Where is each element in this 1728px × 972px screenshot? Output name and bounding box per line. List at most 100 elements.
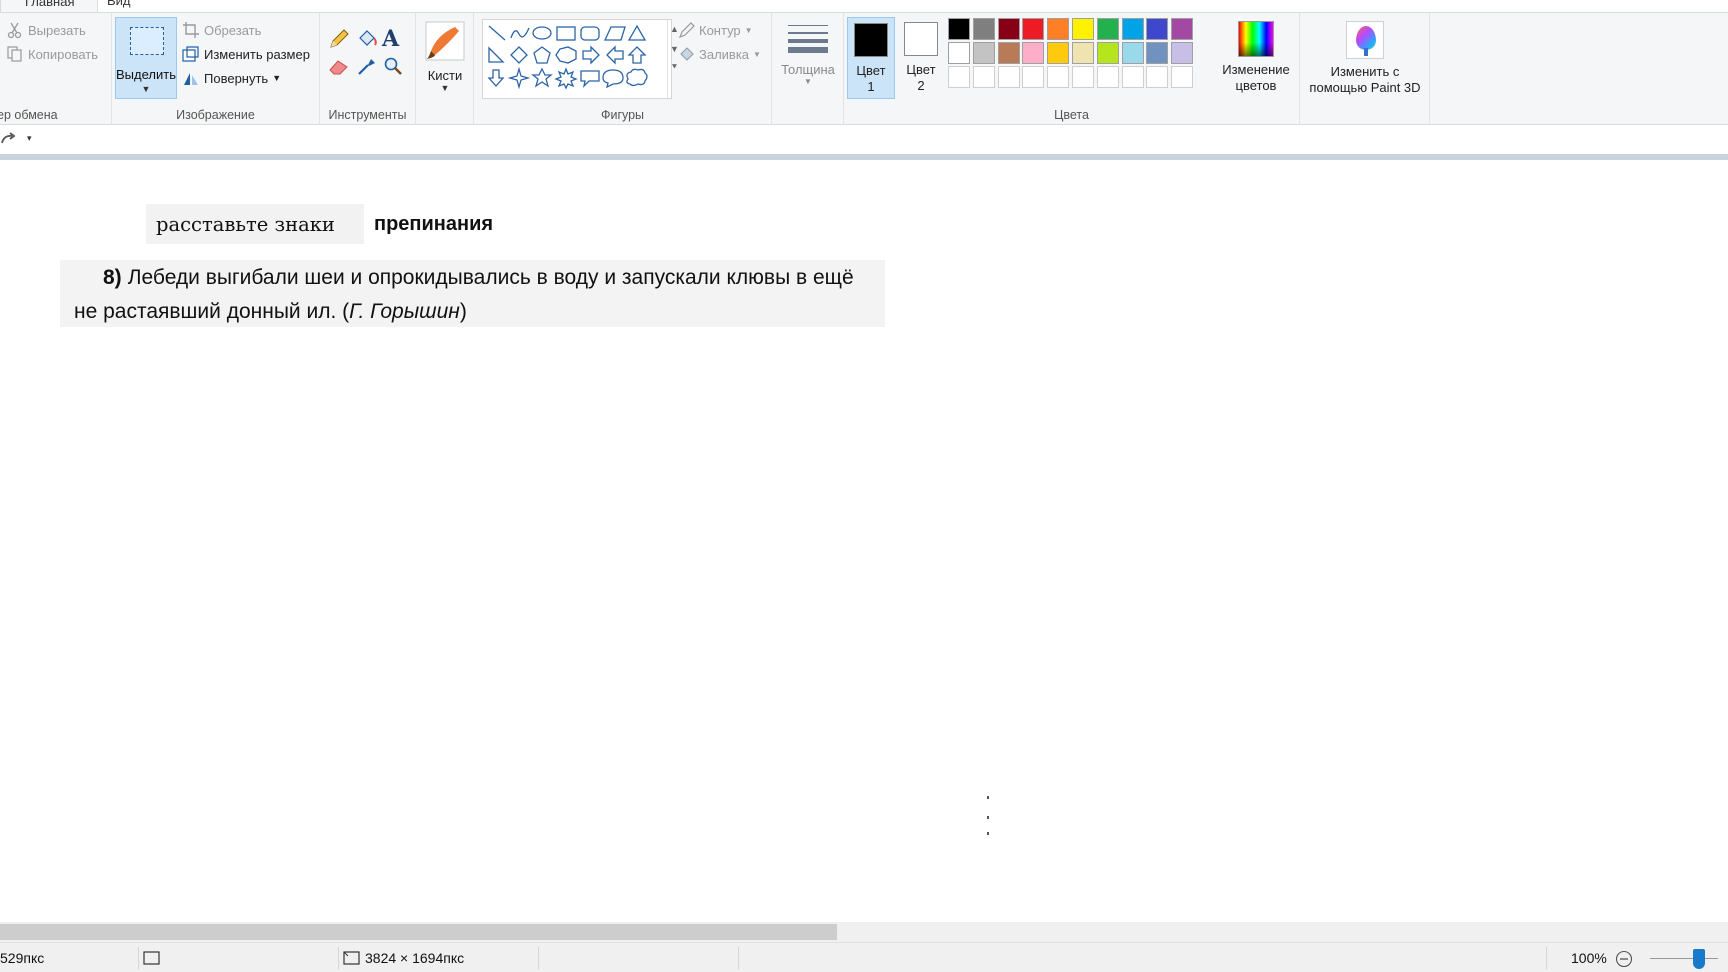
fill-bucket-icon[interactable] <box>356 28 378 50</box>
palette-color[interactable] <box>1047 42 1070 64</box>
palette-color[interactable] <box>1047 18 1070 40</box>
paint3d-line1: Изменить с <box>1330 64 1400 79</box>
expand-icon[interactable]: ⯆ <box>668 62 681 73</box>
rectangle-shape-icon <box>556 26 576 41</box>
scissors-icon <box>7 22 22 39</box>
palette-custom-slot[interactable] <box>1096 66 1119 88</box>
curve-shape-icon <box>510 27 530 39</box>
shapes-gallery: ▲ ▼ ⯆ <box>482 19 679 99</box>
oval-shape-icon <box>532 26 552 40</box>
select-button[interactable]: Выделить ▼ <box>115 17 177 99</box>
fragment1-bold-text: препинания <box>374 213 494 235</box>
palette-custom-slot[interactable] <box>997 66 1020 88</box>
palette-color[interactable] <box>1121 42 1144 64</box>
color1-swatch <box>854 23 888 57</box>
shapes-group-label: Фигуры <box>600 108 645 122</box>
diamond-shape-icon <box>510 46 528 64</box>
pasted-fragment-1: расставьте знаки <box>146 204 364 244</box>
brushes-button[interactable]: Кисти ▼ <box>418 17 472 99</box>
cut-button[interactable]: Вырезать <box>6 21 86 39</box>
palette-custom-slot[interactable] <box>1146 66 1169 88</box>
paint3d-group: Изменить с помощью Paint 3D <box>1300 13 1430 125</box>
paint3d-line2: помощью Paint 3D <box>1309 80 1421 95</box>
palette-custom-slot[interactable] <box>1072 66 1094 88</box>
outline-label: Контур <box>699 22 741 38</box>
shapes-grid <box>487 24 648 90</box>
thickness-button[interactable]: Толщина ▼ <box>778 19 838 101</box>
zoom-slider-track[interactable] <box>1650 958 1718 959</box>
hexagon-shape-icon <box>555 46 577 64</box>
magnifier-icon[interactable] <box>382 55 404 77</box>
copy-button[interactable]: Копировать <box>6 45 98 63</box>
resize-button[interactable]: Изменить размер <box>182 45 310 63</box>
sentence-number: 8) <box>103 266 122 289</box>
chevron-down-icon: ▼ <box>744 25 753 35</box>
zoom-out-icon[interactable] <box>1615 950 1633 968</box>
palette-color[interactable] <box>1022 18 1045 40</box>
palette-custom-slot[interactable] <box>1047 66 1070 88</box>
palette-color[interactable] <box>1171 18 1194 40</box>
palette-color[interactable] <box>1096 42 1119 64</box>
pencil-icon[interactable] <box>328 28 350 50</box>
resize-icon <box>182 46 199 62</box>
paint3d-button[interactable]: Изменить с помощью Paint 3D <box>1302 17 1428 101</box>
palette-custom-slot[interactable] <box>972 66 995 88</box>
brushes-label: Кисти <box>427 68 463 83</box>
palette-color[interactable] <box>997 18 1020 40</box>
text-tool-icon[interactable]: A <box>382 26 399 52</box>
palette-color[interactable] <box>1096 18 1119 40</box>
zoom-slider-thumb[interactable] <box>1692 949 1705 969</box>
palette-custom-slot[interactable] <box>948 66 970 88</box>
color2-button[interactable]: Цвет 2 <box>897 17 945 99</box>
rotate-icon <box>184 73 198 85</box>
palette-color[interactable] <box>1171 42 1194 64</box>
rotate-button[interactable]: Повернуть ▼ <box>182 69 281 87</box>
chevron-down-icon: ▼ <box>440 83 450 93</box>
tab-view[interactable]: Вид <box>107 0 131 8</box>
palette-custom-slot[interactable] <box>1171 66 1194 88</box>
palette-color[interactable] <box>1022 42 1045 64</box>
palette-color[interactable] <box>1146 42 1169 64</box>
redo-icon[interactable] <box>0 131 16 147</box>
rainbow-icon <box>1238 21 1274 57</box>
polygon-shape-icon <box>603 26 626 41</box>
palette-color[interactable] <box>972 18 995 40</box>
right-triangle-shape-icon <box>488 46 505 63</box>
color-picker-icon[interactable] <box>356 55 378 77</box>
fragment2-line2-end: ) <box>459 300 467 323</box>
palette-color[interactable] <box>1072 18 1094 40</box>
palette-color[interactable] <box>948 18 970 40</box>
palette-custom-slot[interactable] <box>1121 66 1144 88</box>
cursor-position: 529пкс <box>0 950 45 966</box>
copy-label: Копировать <box>28 46 98 62</box>
customize-toolbar-icon[interactable]: ▾ <box>27 133 32 144</box>
palette-custom-slot[interactable] <box>1022 66 1045 88</box>
fragment2-author: Г. Горышин <box>349 300 460 323</box>
palette-color[interactable] <box>1146 18 1169 40</box>
edit-colors-button[interactable]: Изменение цветов <box>1220 17 1292 101</box>
thickness-group: Толщина ▼ <box>772 13 844 125</box>
color2-label-line2: 2 <box>917 78 925 93</box>
fill-button[interactable]: Заливка ▼ <box>678 45 761 63</box>
palette-color[interactable] <box>948 42 970 64</box>
horizontal-scrollbar[interactable] <box>0 922 1728 942</box>
paint3d-icon <box>1346 21 1384 59</box>
color1-button[interactable]: Цвет 1 <box>847 17 895 99</box>
rounded-rectangle-shape-icon <box>580 26 600 41</box>
palette-color[interactable] <box>1072 42 1094 64</box>
scrollbar-thumb[interactable] <box>0 924 837 940</box>
outline-button[interactable]: Контур ▼ <box>678 21 753 39</box>
palette-color[interactable] <box>972 42 995 64</box>
copy-icon <box>7 46 22 62</box>
palette-color[interactable] <box>1121 18 1144 40</box>
drawing-canvas[interactable]: расставьте знаки препинания 8) Лебеди выг… <box>0 160 1728 922</box>
crop-button[interactable]: Обрезать <box>182 21 261 39</box>
tab-home[interactable]: Главная <box>0 0 98 12</box>
chevron-down-icon: ▼ <box>804 77 812 86</box>
canvas-resize-marks <box>987 790 991 860</box>
triangle-shape-icon <box>627 24 647 41</box>
oval-callout-shape-icon <box>602 69 624 89</box>
left-arrow-shape-icon <box>606 45 624 65</box>
eraser-icon[interactable] <box>328 55 350 77</box>
palette-color[interactable] <box>997 42 1020 64</box>
